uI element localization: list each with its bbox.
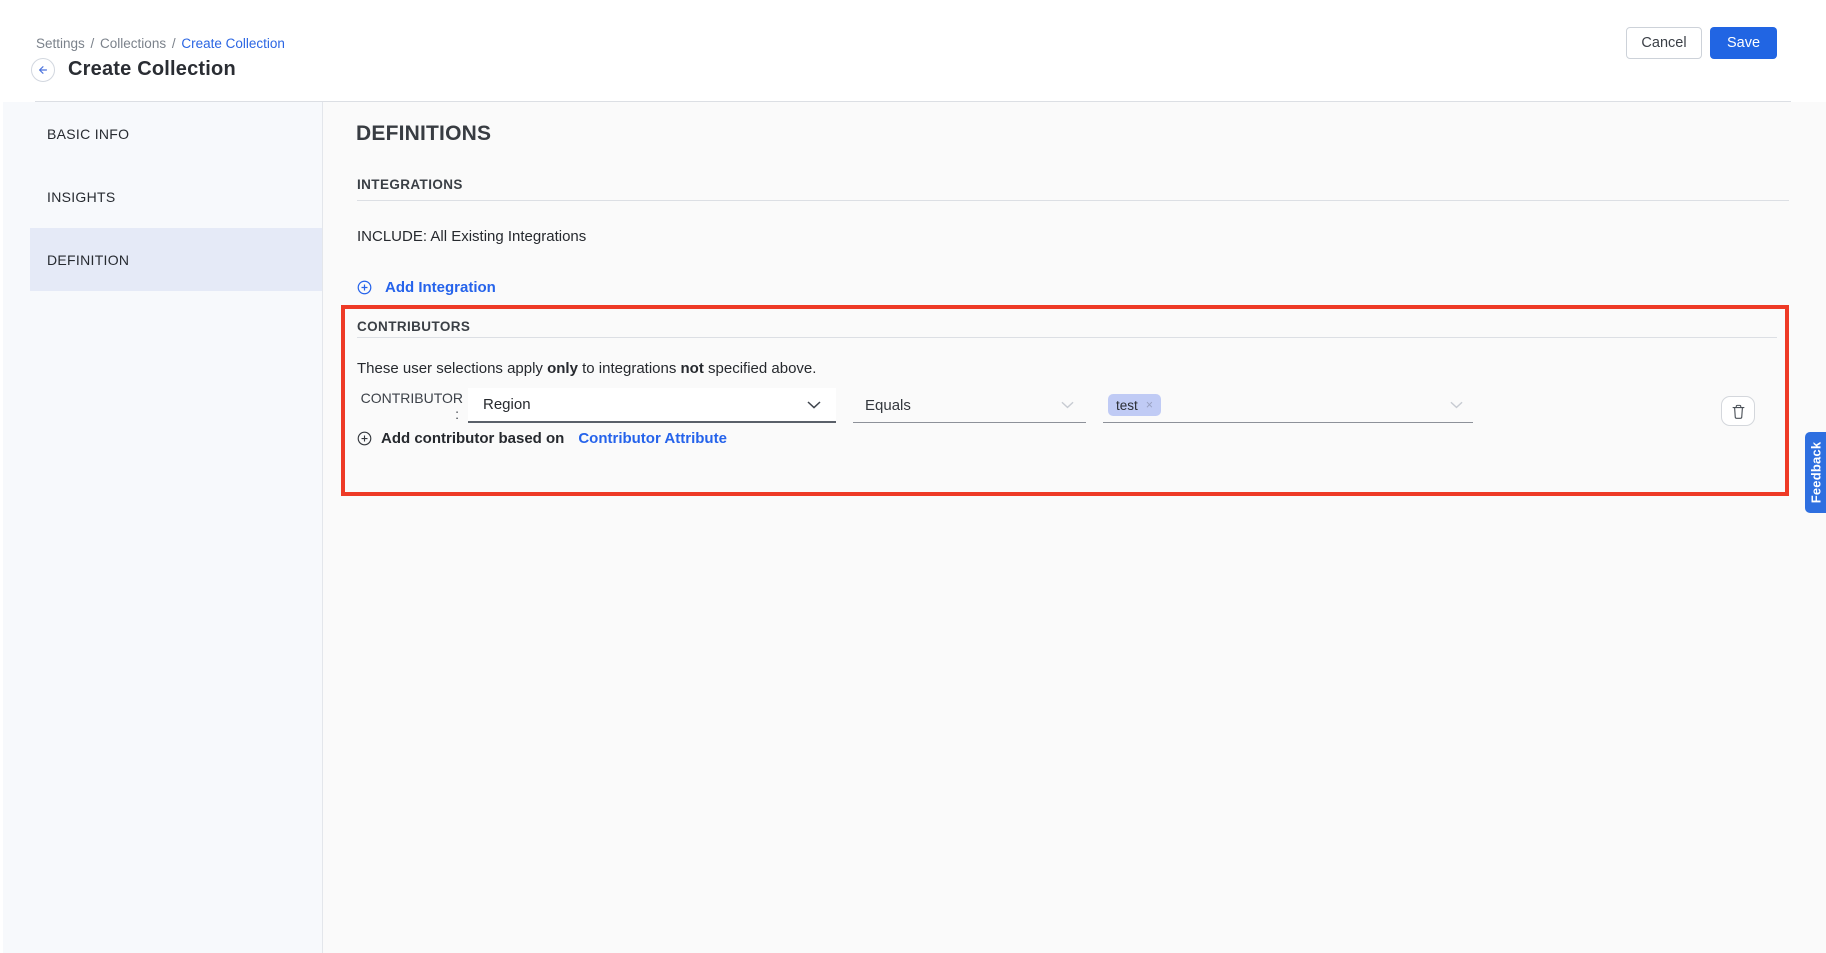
contributor-attribute-link[interactable]: Contributor Attribute — [578, 430, 727, 447]
integrations-divider — [357, 200, 1789, 201]
create-collection-page: Settings / Collections / Create Collecti… — [0, 0, 1826, 953]
back-button[interactable] — [31, 58, 55, 82]
operator-select-value: Equals — [865, 397, 911, 414]
description-text: specified above. — [704, 360, 817, 377]
contributors-description: These user selections apply only to inte… — [357, 360, 816, 377]
sidebar-item-insights[interactable]: INSIGHTS — [30, 165, 322, 228]
feedback-label: Feedback — [1808, 442, 1823, 504]
attribute-select[interactable]: Region — [468, 388, 836, 423]
chevron-down-icon — [1061, 401, 1074, 409]
description-bold-not: not — [681, 360, 704, 377]
attribute-select-value: Region — [483, 396, 531, 413]
selected-value-chip: test × — [1108, 394, 1161, 416]
sidebar-item-basic-info[interactable]: BASIC INFO — [30, 102, 322, 165]
breadcrumb-collections[interactable]: Collections — [100, 36, 166, 51]
chip-label: test — [1116, 398, 1138, 413]
breadcrumb-separator: / — [87, 36, 98, 51]
add-contributor-text: Add contributor based on — [381, 430, 564, 447]
chevron-down-icon — [1450, 401, 1463, 409]
plus-circle-icon — [357, 431, 372, 446]
page-title: Create Collection — [68, 58, 236, 81]
cancel-button[interactable]: Cancel — [1626, 27, 1702, 59]
add-integration-button[interactable]: Add Integration — [357, 279, 496, 296]
delete-row-button[interactable] — [1721, 396, 1755, 426]
contributors-divider — [357, 337, 1777, 338]
operator-select[interactable]: Equals — [853, 388, 1086, 423]
definitions-heading: DEFINITIONS — [356, 122, 491, 146]
description-bold-only: only — [547, 360, 578, 377]
add-contributor-row: Add contributor based on Contributor Att… — [357, 430, 727, 447]
integrations-section-title: INTEGRATIONS — [357, 177, 463, 192]
sidebar: BASIC INFO INSIGHTS DEFINITION — [3, 102, 323, 953]
description-text: These user selections apply — [357, 360, 547, 377]
contributor-label-text: CONTRIBUTOR — [361, 390, 463, 406]
feedback-tab[interactable]: Feedback — [1805, 432, 1826, 513]
contributors-section-title: CONTRIBUTORS — [357, 319, 470, 334]
contributor-row-label: CONTRIBUTOR : — [358, 390, 463, 422]
plus-circle-icon — [357, 280, 372, 295]
save-button[interactable]: Save — [1710, 27, 1777, 59]
arrow-left-icon — [36, 63, 50, 77]
values-multiselect[interactable]: test × — [1103, 388, 1473, 423]
breadcrumb: Settings / Collections / Create Collecti… — [36, 36, 285, 51]
breadcrumb-settings[interactable]: Settings — [36, 36, 85, 51]
breadcrumb-current: Create Collection — [181, 36, 285, 51]
x-icon[interactable]: × — [1146, 399, 1153, 412]
breadcrumb-separator: / — [168, 36, 179, 51]
add-integration-label: Add Integration — [385, 279, 496, 296]
contributor-label-colon: : — [455, 406, 463, 422]
chevron-down-icon — [807, 401, 821, 409]
include-integrations-text: INCLUDE: All Existing Integrations — [357, 228, 586, 245]
trash-icon — [1732, 404, 1745, 419]
sidebar-item-definition[interactable]: DEFINITION — [30, 228, 322, 291]
description-text: to integrations — [578, 360, 681, 377]
